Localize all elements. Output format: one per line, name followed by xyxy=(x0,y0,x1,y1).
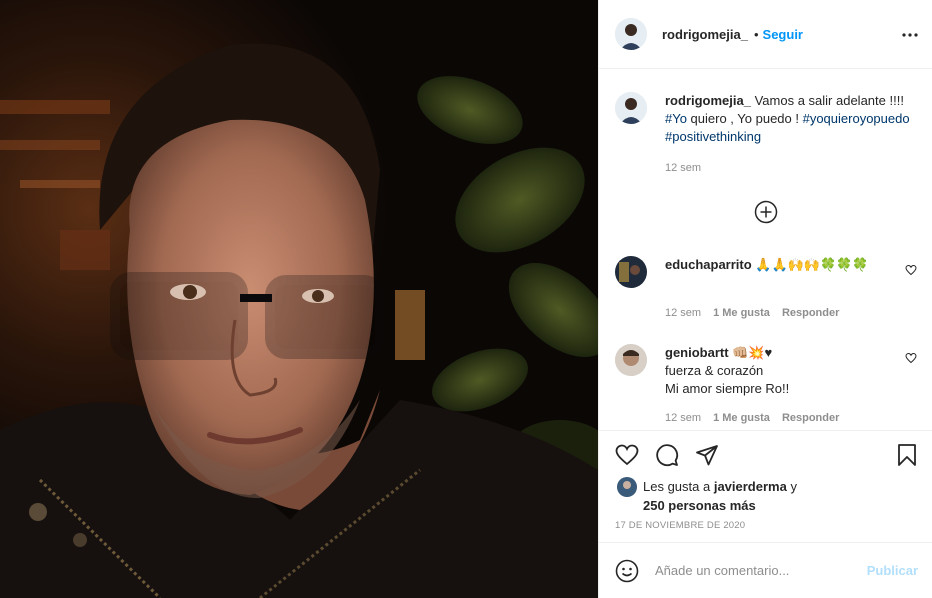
hashtag-link[interactable]: #positivethinking xyxy=(665,129,761,144)
heart-icon[interactable] xyxy=(905,352,917,367)
follow-button[interactable]: Seguir xyxy=(763,27,803,42)
header-username[interactable]: rodrigomejia_ xyxy=(662,27,748,42)
bookmark-icon[interactable] xyxy=(895,443,919,470)
separator-dot: • xyxy=(753,26,759,42)
paper-plane-icon[interactable] xyxy=(695,443,719,470)
comment-body: geniobartt 👊🏼💥♥ fuerza & corazón Mi amor… xyxy=(665,344,885,398)
caption-time[interactable]: 12 sem xyxy=(665,162,701,174)
likes-summary: Les gusta a javierderma y 250 personas m… xyxy=(643,477,797,515)
comment-username[interactable]: geniobartt xyxy=(665,345,729,360)
avatar-picture xyxy=(617,477,637,497)
smiley-icon[interactable] xyxy=(615,559,639,586)
comment-bubble-icon[interactable] xyxy=(655,443,679,470)
caption-text-part: Vamos a salir adelante !!!! xyxy=(754,93,904,108)
plus-circle-icon[interactable] xyxy=(754,200,778,224)
caption-text: rodrigomejia_ Vamos a salir adelante !!!… xyxy=(665,92,915,146)
comment-text: 👊🏼💥♥ xyxy=(732,345,773,360)
heart-icon[interactable] xyxy=(905,264,917,279)
avatar-picture xyxy=(615,256,647,288)
caption-username[interactable]: rodrigomejia_ xyxy=(665,93,751,108)
avatar[interactable] xyxy=(617,477,637,497)
post-container: rodrigomejia_ • Seguir rodrigomejia_ Vam… xyxy=(0,0,932,598)
comment-time[interactable]: 12 sem xyxy=(665,307,701,319)
caption-text-part: quiero , Yo puedo ! xyxy=(686,111,803,126)
comment-body: educhaparrito 🙏🙏🙌🙌🍀🍀🍀 xyxy=(665,256,885,274)
heart-icon[interactable] xyxy=(615,443,639,470)
hashtag-link[interactable]: #yoquieroyopuedo xyxy=(803,111,910,126)
hashtag-link[interactable]: #Yo xyxy=(665,111,687,126)
add-comment-bar: Añade un comentario... Publicar xyxy=(599,542,932,598)
comment-likes[interactable]: 1 Me gusta xyxy=(713,307,770,319)
post-header: rodrigomejia_ • Seguir xyxy=(599,0,932,69)
comment-text: 🙏🙏🙌🙌🍀🍀🍀 xyxy=(755,257,869,272)
post-photo[interactable] xyxy=(0,0,598,598)
avatar-picture xyxy=(615,344,647,376)
likes-suffix: y xyxy=(786,479,797,494)
comment-meta: 12 sem 1 Me gusta Responder xyxy=(665,307,839,319)
post-date[interactable]: 17 DE NOVIEMBRE DE 2020 xyxy=(615,520,745,531)
comment-likes[interactable]: 1 Me gusta xyxy=(713,412,770,424)
avatar[interactable] xyxy=(615,256,647,288)
avatar[interactable] xyxy=(615,18,647,50)
comment-text: fuerza & corazón xyxy=(665,363,764,378)
avatar[interactable] xyxy=(615,92,647,124)
likes-others-link[interactable]: 250 personas más xyxy=(643,498,756,513)
likes-prefix: Les gusta a xyxy=(643,479,714,494)
avatar-picture xyxy=(615,18,647,50)
post-actions: Les gusta a javierderma y 250 personas m… xyxy=(599,430,932,557)
reply-button[interactable]: Responder xyxy=(782,307,839,319)
post-side-panel: rodrigomejia_ • Seguir rodrigomejia_ Vam… xyxy=(598,0,932,598)
publish-button[interactable]: Publicar xyxy=(867,563,918,578)
comment-text: Mi amor siempre Ro!! xyxy=(665,381,790,396)
comment-meta: 12 sem 1 Me gusta Responder xyxy=(665,412,839,424)
comment-time[interactable]: 12 sem xyxy=(665,412,701,424)
likes-user-link[interactable]: javierderma xyxy=(714,479,787,494)
avatar-picture xyxy=(615,92,647,124)
reply-button[interactable]: Responder xyxy=(782,412,839,424)
selfie-image xyxy=(0,0,598,598)
comment-username[interactable]: educhaparrito xyxy=(665,257,752,272)
more-options-icon[interactable] xyxy=(902,24,918,38)
comment-input[interactable]: Añade un comentario... xyxy=(655,563,789,578)
avatar[interactable] xyxy=(615,344,647,376)
